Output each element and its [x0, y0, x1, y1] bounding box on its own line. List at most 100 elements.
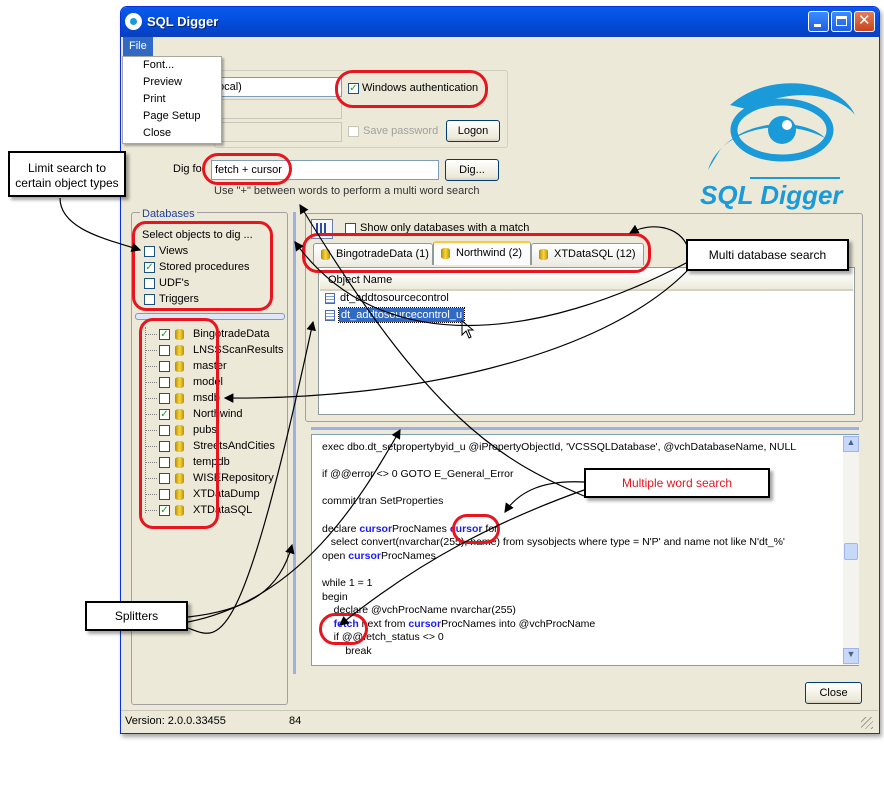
- database-checkbox[interactable]: [159, 425, 170, 436]
- status-bar: Version: 2.0.0.33455 84: [121, 710, 878, 733]
- code-line: select convert(nvarchar(255), name) from…: [322, 536, 785, 549]
- search-match: cursor: [449, 522, 483, 535]
- object-type-checkbox[interactable]: [144, 278, 155, 289]
- vertical-scrollbar[interactable]: ▲ ▼: [843, 435, 859, 665]
- code-line: exec dbo.dt_setpropertybyid_u @iProperty…: [322, 441, 797, 453]
- menu-item-preview[interactable]: Preview: [123, 74, 221, 91]
- object-type-checkbox[interactable]: ✓: [144, 262, 155, 273]
- database-checkbox[interactable]: ✓: [159, 329, 170, 340]
- database-item-label[interactable]: XTDataSQL: [193, 504, 252, 516]
- database-item-label[interactable]: BingotradeData: [193, 328, 269, 340]
- object-row-1[interactable]: dt_addtosourcecontrol: [340, 292, 449, 304]
- close-window-button[interactable]: ✕: [854, 11, 875, 32]
- username-field[interactable]: [214, 99, 342, 119]
- column-header-object-name[interactable]: Object Name: [320, 272, 853, 291]
- scroll-up-button[interactable]: ▲: [843, 436, 859, 452]
- tab-northwind[interactable]: Northwind (2): [433, 241, 531, 265]
- database-checkbox[interactable]: [159, 489, 170, 500]
- mouse-cursor-icon: [461, 320, 475, 339]
- database-icon: [321, 249, 330, 260]
- tab-bingotradedata[interactable]: BingotradeData (1): [313, 243, 433, 265]
- database-icon: [441, 248, 450, 259]
- database-checkbox[interactable]: ✓: [159, 505, 170, 516]
- database-item-label[interactable]: Northwind: [193, 408, 243, 420]
- database-icon: [175, 345, 184, 356]
- object-type-checkbox[interactable]: [144, 294, 155, 305]
- title-bar[interactable]: SQL Digger ✕: [121, 7, 879, 37]
- file-menu-dropdown: Font... Preview Print Page Setup Close: [122, 56, 222, 144]
- database-icon: [175, 441, 184, 452]
- save-password-label: Save password: [363, 125, 439, 137]
- database-item-label[interactable]: LNSSScanResults: [193, 344, 284, 356]
- tree-trunk: [145, 327, 146, 513]
- tree-connector: [145, 494, 157, 495]
- database-icon: [175, 457, 184, 468]
- database-item-label[interactable]: msdb: [193, 392, 220, 404]
- menu-file[interactable]: File: [123, 37, 153, 56]
- database-checkbox[interactable]: [159, 377, 170, 388]
- horizontal-splitter-left[interactable]: [135, 313, 285, 320]
- vertical-splitter[interactable]: [293, 212, 296, 674]
- search-match: cursor: [408, 617, 442, 630]
- password-field[interactable]: [214, 122, 342, 142]
- database-icon: [539, 249, 548, 260]
- code-line: if @@error <> 0 GOTO E_General_Error: [322, 468, 514, 481]
- resize-grip-icon[interactable]: [861, 717, 873, 729]
- code-line: declare cursorProcNames cursor for: [322, 522, 498, 535]
- database-checkbox[interactable]: [159, 473, 170, 484]
- database-item-label[interactable]: pubs: [193, 424, 217, 436]
- menu-item-font[interactable]: Font...: [123, 57, 221, 74]
- objects-list: Object Name dt_addtosourcecontrol dt_add…: [318, 267, 855, 415]
- database-icon: [175, 409, 184, 420]
- search-hint: Use "+" between words to perform a multi…: [214, 185, 480, 197]
- database-checkbox[interactable]: [159, 441, 170, 452]
- database-icon: [175, 425, 184, 436]
- show-only-matches-label: Show only databases with a match: [360, 222, 530, 234]
- database-item-label[interactable]: StreetsAndCities: [193, 440, 275, 452]
- logo-text: SQL Digger: [700, 180, 843, 210]
- callout-limit-search: Limit search to certain object types: [8, 151, 126, 197]
- server-field[interactable]: [214, 77, 342, 97]
- database-checkbox[interactable]: [159, 393, 170, 404]
- database-item-label[interactable]: XTDataDump: [193, 488, 260, 500]
- database-item-label[interactable]: model: [193, 376, 223, 388]
- grid-view-button[interactable]: [311, 219, 333, 239]
- menu-item-print[interactable]: Print: [123, 91, 221, 108]
- tree-connector: [145, 366, 157, 367]
- database-checkbox[interactable]: [159, 457, 170, 468]
- stored-procedure-icon: [325, 293, 335, 304]
- close-button[interactable]: Close: [805, 682, 862, 704]
- tree-connector: [145, 446, 157, 447]
- code-line: declare @vchProcName nvarchar(255): [322, 604, 516, 617]
- object-row-2-selected[interactable]: dt_addtosourcecontrol_u: [337, 307, 466, 323]
- object-type-label: Views: [159, 245, 189, 257]
- sql-digger-logo: SQL Digger: [690, 60, 865, 215]
- database-item-label[interactable]: master: [193, 360, 227, 372]
- window-title: SQL Digger: [147, 14, 219, 29]
- status-count: 84: [289, 715, 302, 727]
- save-password-checkbox[interactable]: [348, 126, 359, 137]
- tree-connector: [145, 414, 157, 415]
- tab-xtdatasql[interactable]: XTDataSQL (12): [531, 243, 644, 265]
- database-checkbox[interactable]: [159, 345, 170, 356]
- search-input[interactable]: [211, 160, 439, 180]
- scroll-thumb[interactable]: [844, 543, 858, 560]
- maximize-button[interactable]: [831, 11, 852, 32]
- windows-auth-checkbox[interactable]: ✓: [348, 83, 359, 94]
- menu-item-page-setup[interactable]: Page Setup: [123, 108, 221, 125]
- database-item-label[interactable]: tempdb: [193, 456, 230, 468]
- horizontal-splitter-right[interactable]: [311, 427, 859, 430]
- menu-item-close[interactable]: Close: [123, 125, 221, 142]
- database-item-label[interactable]: WISERepository: [193, 472, 274, 484]
- logon-button[interactable]: Logon: [446, 120, 500, 142]
- object-type-checkbox[interactable]: [144, 246, 155, 257]
- minimize-button[interactable]: [808, 11, 829, 32]
- object-type-label: Stored procedures: [159, 261, 250, 273]
- database-checkbox[interactable]: ✓: [159, 409, 170, 420]
- database-checkbox[interactable]: [159, 361, 170, 372]
- code-line: while 1 = 1: [322, 577, 373, 589]
- scroll-down-button[interactable]: ▼: [843, 648, 859, 664]
- show-only-matches-checkbox[interactable]: [345, 223, 356, 234]
- dig-button[interactable]: Dig...: [445, 159, 499, 181]
- search-match: cursor: [348, 549, 381, 562]
